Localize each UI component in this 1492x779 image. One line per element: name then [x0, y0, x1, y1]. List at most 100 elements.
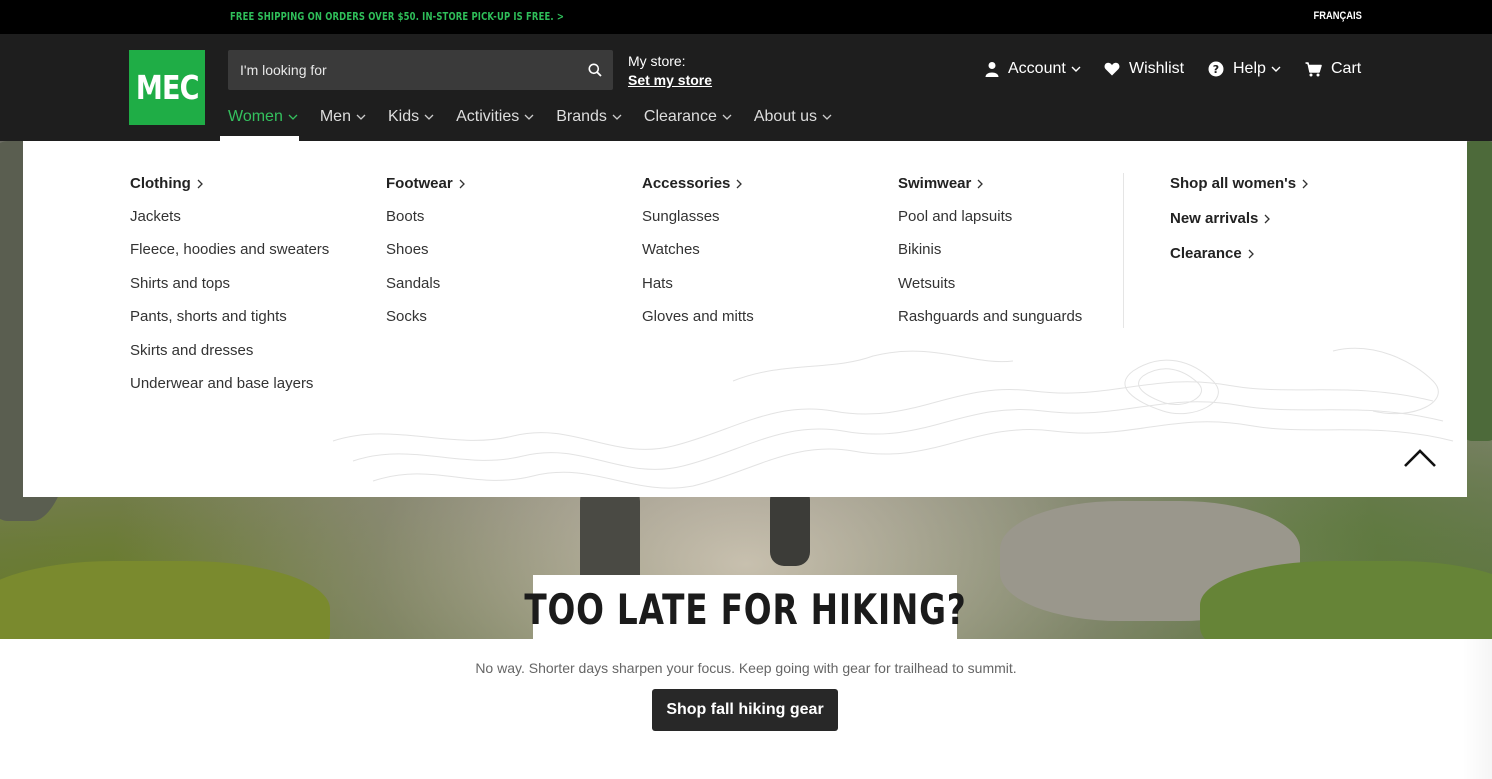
hero-shrubs-right: [1200, 561, 1492, 639]
menu-link[interactable]: Shirts and tops: [130, 274, 329, 307]
user-icon: [985, 62, 999, 77]
heading-label: Clothing: [130, 175, 191, 192]
mec-logo[interactable]: MEC: [129, 50, 205, 125]
chevron-down-icon: [424, 114, 434, 120]
nav-item-women[interactable]: Women: [228, 106, 298, 128]
hero-subtext: No way. Shorter days sharpen your focus.…: [475, 660, 1017, 676]
menu-link[interactable]: Underwear and base layers: [130, 374, 329, 407]
chevron-down-icon: [524, 114, 534, 120]
menu-link[interactable]: Shoes: [386, 240, 465, 273]
cart-link[interactable]: Cart: [1305, 60, 1361, 78]
menu-link[interactable]: Pants, shorts and tights: [130, 307, 329, 340]
category-heading-clothing[interactable]: Clothing: [130, 175, 329, 192]
clearance-link[interactable]: Clearance: [1170, 245, 1308, 262]
menu-link[interactable]: Skirts and dresses: [130, 341, 329, 374]
site-header: MEC My store: Set my store Account Wishl…: [0, 34, 1492, 141]
menu-link[interactable]: Bikinis: [898, 240, 1082, 273]
side-link-label: Clearance: [1170, 245, 1242, 262]
shop-all-womens-link[interactable]: Shop all women's: [1170, 175, 1309, 192]
cart-icon: [1305, 61, 1322, 76]
menu-link[interactable]: Pool and lapsuits: [898, 207, 1082, 240]
chevron-right-icon: [736, 179, 743, 188]
topographic-pattern: [332, 341, 1463, 489]
mega-col-swimwear: Swimwear Pool and lapsuits Bikinis Wetsu…: [898, 175, 1082, 341]
promo-bar: FREE SHIPPING ON ORDERS OVER $50. IN-STO…: [0, 0, 1492, 34]
cart-label: Cart: [1331, 60, 1362, 77]
heading-label: Footwear: [386, 175, 453, 192]
side-link-label: Shop all women's: [1170, 175, 1297, 192]
chevron-right-icon: [1248, 249, 1254, 258]
new-arrivals-link[interactable]: New arrivals: [1170, 210, 1308, 227]
free-shipping-message[interactable]: FREE SHIPPING ON ORDERS OVER $50. IN-STO…: [230, 10, 564, 23]
chevron-right-icon: [977, 179, 984, 188]
nav-item-activities[interactable]: Activities: [456, 106, 534, 128]
hero-shrubs-left: [0, 561, 330, 639]
search-input[interactable]: [228, 50, 573, 90]
heart-icon: [1104, 62, 1120, 76]
chevron-down-icon: [288, 114, 298, 120]
chevron-right-icon: [459, 179, 465, 188]
mega-col-footwear: Footwear Boots Shoes Sandals Socks: [386, 175, 465, 341]
search-bar: [228, 50, 613, 90]
nav-label: Men: [319, 108, 351, 125]
women-mega-menu: Clothing Jackets Fleece, hoodies and swe…: [23, 141, 1467, 497]
svg-text:?: ?: [1213, 63, 1219, 76]
menu-link[interactable]: Wetsuits: [898, 274, 1082, 307]
nav-item-kids[interactable]: Kids: [388, 106, 434, 128]
heading-label: Swimwear: [898, 175, 972, 192]
mega-col-accessories: Accessories Sunglasses Watches Hats Glov…: [642, 175, 754, 341]
chevron-right-icon: [1302, 179, 1309, 188]
account-label: Account: [1008, 60, 1066, 77]
help-icon: ?: [1208, 61, 1224, 77]
chevron-down-icon: [1071, 66, 1081, 72]
language-toggle-link[interactable]: FRANÇAIS: [1314, 10, 1362, 22]
mega-side-links: Shop all women's New arrivals Clearance: [1170, 175, 1309, 280]
nav-label: Kids: [387, 108, 420, 125]
menu-link[interactable]: Watches: [642, 240, 754, 273]
account-menu[interactable]: Account: [985, 60, 1081, 78]
nav-label: Activities: [456, 108, 520, 125]
set-my-store-link[interactable]: Set my store: [628, 71, 712, 90]
menu-link[interactable]: Boots: [386, 207, 465, 240]
menu-link[interactable]: Gloves and mitts: [642, 307, 754, 340]
edge-shadow: [1462, 639, 1492, 779]
nav-label: Clearance: [643, 108, 717, 125]
menu-link[interactable]: Socks: [386, 307, 465, 340]
help-label: Help: [1233, 60, 1266, 77]
chevron-down-icon: [822, 114, 832, 120]
category-heading-swimwear[interactable]: Swimwear: [898, 175, 1082, 192]
menu-link[interactable]: Rashguards and sunguards: [898, 307, 1082, 340]
menu-link[interactable]: Sandals: [386, 274, 465, 307]
nav-label: Brands: [556, 108, 607, 125]
mega-col-clothing: Clothing Jackets Fleece, hoodies and swe…: [130, 175, 329, 407]
nav-item-clearance[interactable]: Clearance: [644, 106, 732, 128]
wishlist-link[interactable]: Wishlist: [1104, 60, 1184, 78]
category-heading-accessories[interactable]: Accessories: [642, 175, 754, 192]
category-heading-footwear[interactable]: Footwear: [386, 175, 465, 192]
chevron-right-icon: [1264, 214, 1271, 223]
menu-divider: [1123, 173, 1124, 328]
wishlist-label: Wishlist: [1129, 60, 1185, 77]
hero-headline: TOO LATE FOR HIKING?: [523, 585, 967, 634]
nav-item-about-us[interactable]: About us: [754, 106, 832, 128]
help-menu[interactable]: ? Help: [1208, 60, 1281, 78]
chevron-up-icon[interactable]: [1403, 447, 1437, 469]
side-link-label: New arrivals: [1170, 210, 1259, 227]
nav-item-brands[interactable]: Brands: [556, 106, 622, 128]
heading-label: Accessories: [642, 175, 731, 192]
menu-link[interactable]: Jackets: [130, 207, 329, 240]
logo-text: MEC: [135, 68, 200, 107]
chevron-down-icon: [722, 114, 732, 120]
nav-label: About us: [753, 108, 818, 125]
search-icon[interactable]: [585, 60, 605, 80]
hero-hiker-boot: [770, 486, 810, 566]
chevron-down-icon: [356, 114, 366, 120]
chevron-down-icon: [1271, 66, 1281, 72]
nav-item-men[interactable]: Men: [320, 106, 366, 128]
menu-link[interactable]: Fleece, hoodies and sweaters: [130, 240, 329, 273]
my-store: My store: Set my store: [628, 52, 712, 90]
shop-fall-hiking-gear-button[interactable]: Shop fall hiking gear: [652, 689, 838, 731]
chevron-right-icon: [197, 179, 203, 188]
menu-link[interactable]: Hats: [642, 274, 754, 307]
menu-link[interactable]: Sunglasses: [642, 207, 754, 240]
